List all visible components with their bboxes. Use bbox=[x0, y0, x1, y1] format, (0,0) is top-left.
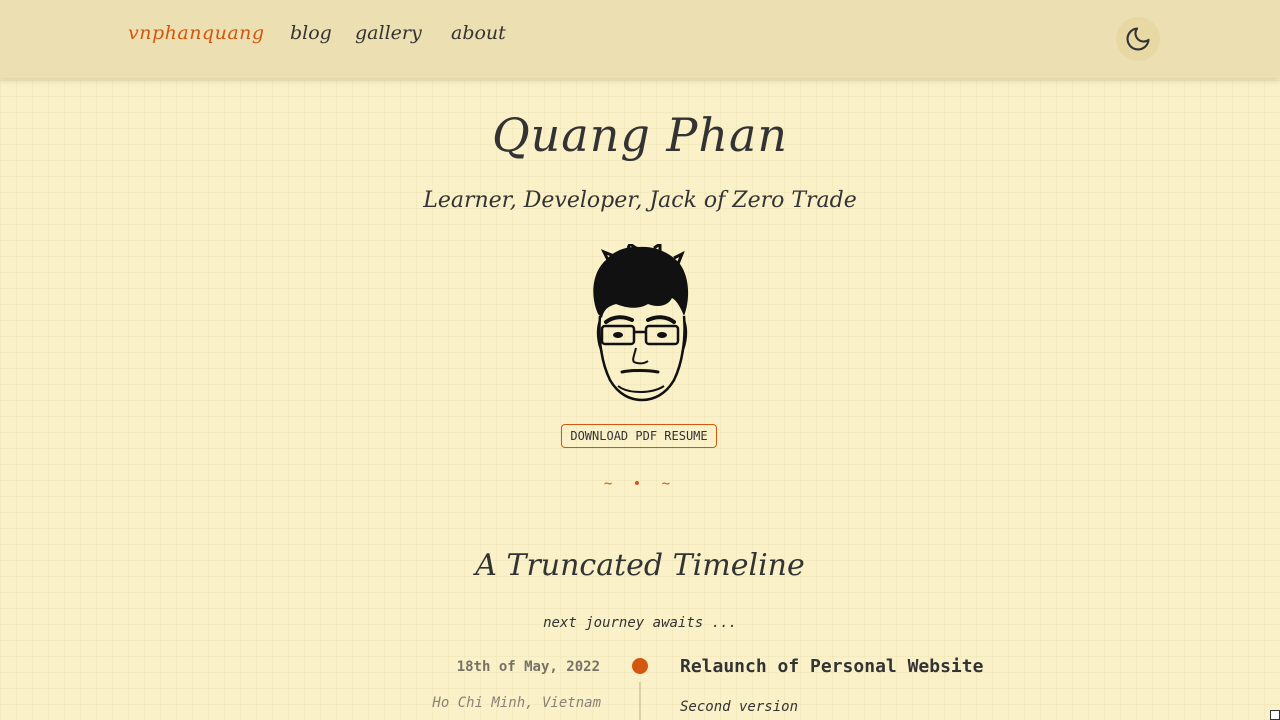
timeline-entry-location: Ho Chi Minh, Vietnam bbox=[432, 695, 601, 711]
theme-toggle-button[interactable] bbox=[1116, 17, 1160, 61]
top-navigation-bar: vnphanquang blog gallery about bbox=[0, 0, 1280, 78]
nav-link-about[interactable]: about bbox=[451, 22, 506, 44]
hero-tagline: Learner, Developer, Jack of Zero Trade bbox=[423, 188, 857, 213]
download-resume-button[interactable]: DOWNLOAD PDF RESUME bbox=[561, 424, 717, 448]
timeline-subtitle: next journey awaits ... bbox=[543, 615, 737, 631]
page-title: Quang Phan bbox=[491, 108, 789, 162]
timeline-dot bbox=[632, 658, 648, 674]
timeline-line bbox=[639, 682, 641, 720]
timeline-entry-title: Relaunch of Personal Website bbox=[680, 656, 984, 677]
window-resize-handle[interactable] bbox=[1270, 710, 1280, 720]
nav-link-blog[interactable]: blog bbox=[290, 22, 332, 44]
nav-link-gallery[interactable]: gallery bbox=[355, 22, 422, 44]
section-divider: ~ • ~ bbox=[603, 476, 677, 492]
timeline-entry-description: Second version bbox=[680, 699, 799, 715]
moon-icon bbox=[1126, 27, 1150, 51]
brand-link[interactable]: vnphanquang bbox=[128, 22, 265, 44]
avatar bbox=[593, 244, 689, 402]
avatar-face-outline bbox=[598, 315, 686, 402]
timeline-title: A Truncated Timeline bbox=[475, 548, 805, 583]
timeline-entry-date: 18th of May, 2022 bbox=[456, 659, 600, 675]
